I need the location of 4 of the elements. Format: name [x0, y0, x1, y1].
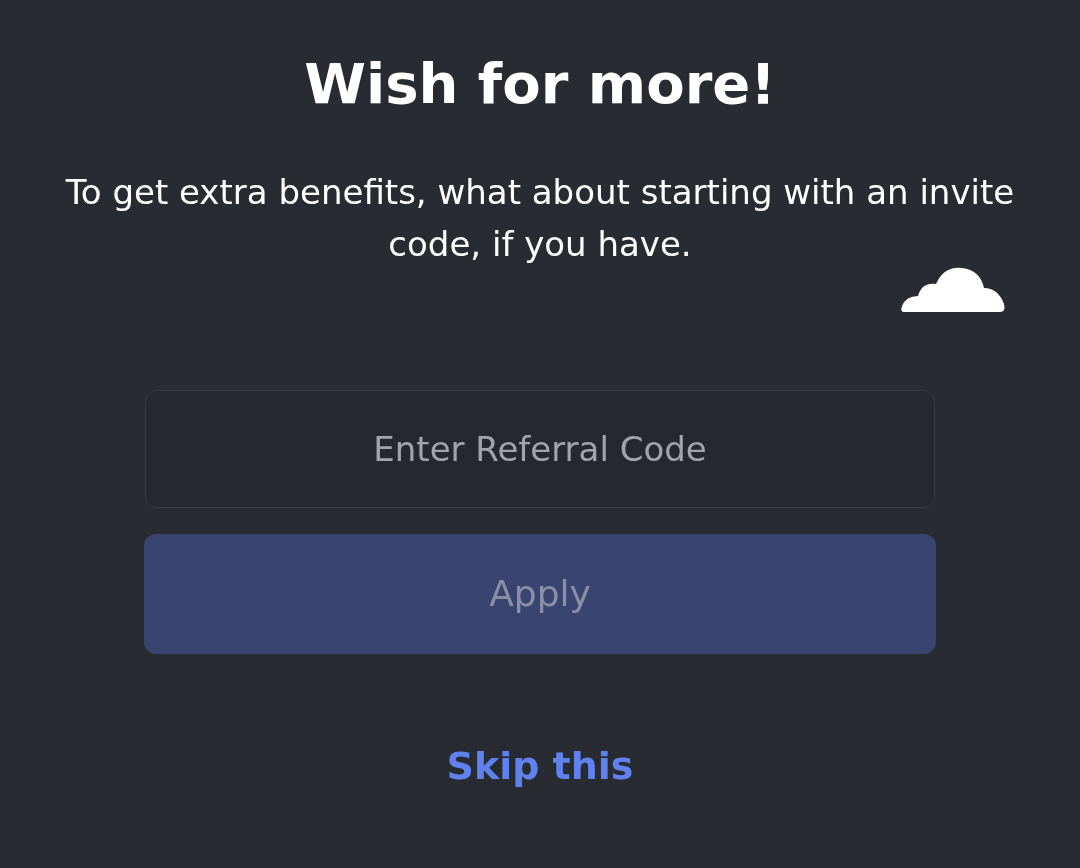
dialog-title: Wish for more!: [304, 50, 776, 118]
skip-link[interactable]: Skip this: [446, 738, 634, 795]
message-text: To get extra benefits, what about starting with an invite code, if you have.: [64, 171, 1016, 266]
referral-code-field[interactable]: Enter Referral Code: [145, 390, 935, 508]
